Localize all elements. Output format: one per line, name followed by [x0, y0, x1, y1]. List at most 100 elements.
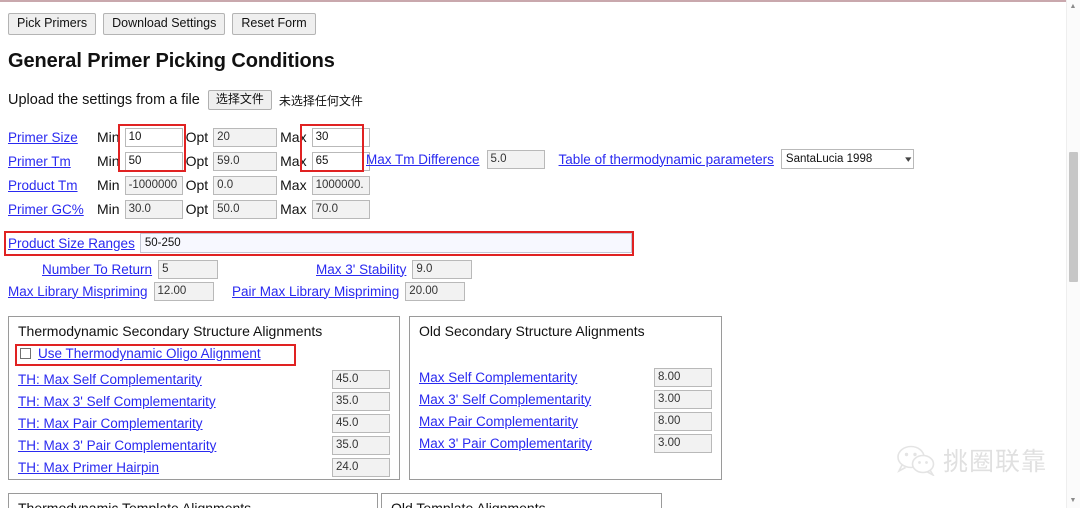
max-library-mispriming-row: Max Library Mispriming: [8, 280, 214, 302]
watermark: 挑圈联靠: [896, 442, 1047, 478]
th-max-pair-complementarity-row: TH: Max Pair Complementarity: [9, 412, 399, 434]
page-content: Pick Primers Download Settings Reset For…: [0, 2, 1065, 508]
primer-gc-row: Primer GC% Min Opt Max: [8, 197, 370, 221]
max-pair-complementarity-row: Max Pair Complementarity: [410, 410, 721, 432]
thermodynamic-table-value: SantaLucia 1998: [785, 153, 873, 165]
min-label-3: Min: [97, 201, 120, 217]
watermark-text: 挑圈联靠: [942, 447, 1047, 476]
max-3-pair-complementarity-input[interactable]: [654, 433, 712, 453]
product-size-ranges-link[interactable]: Product Size Ranges: [8, 236, 135, 251]
upload-label: Upload the settings from a file: [8, 92, 200, 108]
th-max-3-pair-complementarity-input[interactable]: [332, 435, 390, 455]
primer-size-max-input[interactable]: [311, 127, 370, 147]
min-label-2: Min: [97, 177, 120, 193]
scrollbar-track[interactable]: ▲ ▼: [1066, 0, 1080, 508]
max-3-self-complementarity-input[interactable]: [654, 389, 712, 409]
choose-file-button[interactable]: 选择文件: [207, 90, 272, 110]
primer-gc-opt-input[interactable]: [213, 199, 278, 219]
primer-size-row: Primer Size Min Opt Max: [8, 125, 370, 149]
product-tm-max-input[interactable]: [311, 175, 370, 195]
max-pair-complementarity-input[interactable]: [654, 411, 712, 431]
primer-size-opt-input[interactable]: [213, 127, 278, 147]
reset-form-button[interactable]: Reset Form: [232, 13, 316, 35]
toolbar: Pick Primers Download Settings Reset For…: [8, 13, 316, 35]
max-label-0: Max: [280, 129, 307, 145]
primer-tm-opt-input[interactable]: [213, 151, 278, 171]
th-max-pair-complementarity-input[interactable]: [332, 413, 390, 433]
max-3-stability-row: Max 3' Stability: [316, 258, 473, 280]
th-max-self-complementarity-link[interactable]: TH: Max Self Complementarity: [18, 372, 202, 387]
pair-max-library-mispriming-link[interactable]: Pair Max Library Mispriming: [232, 284, 399, 299]
primer-size-min-input[interactable]: [124, 127, 183, 147]
use-thermodynamic-oligo-alignment-link[interactable]: Use Thermodynamic Oligo Alignment: [38, 346, 261, 361]
max-3-pair-complementarity-row: Max 3' Pair Complementarity: [410, 432, 721, 454]
th-max-3-self-complementarity-input[interactable]: [332, 391, 390, 411]
number-to-return-row: Number To Return: [42, 258, 219, 280]
product-size-ranges-input[interactable]: [139, 233, 632, 253]
scrollbar-thumb[interactable]: [1069, 152, 1078, 282]
pick-primers-button[interactable]: Pick Primers: [8, 13, 97, 35]
old-secondary-structure-panel: Old Secondary Structure Alignments Max S…: [409, 316, 722, 480]
th-max-primer-hairpin-row: TH: Max Primer Hairpin: [9, 456, 399, 478]
old-panel-title: Old Secondary Structure Alignments: [419, 323, 645, 339]
use-thermodynamic-oligo-alignment-row[interactable]: Use Thermodynamic Oligo Alignment: [9, 343, 399, 364]
scroll-up-arrow-icon[interactable]: ▲: [1069, 3, 1077, 11]
wechat-icon: [897, 445, 935, 476]
max-library-mispriming-link[interactable]: Max Library Mispriming: [8, 284, 148, 299]
th-max-pair-complementarity-link[interactable]: TH: Max Pair Complementarity: [18, 416, 203, 431]
max-tm-difference-link[interactable]: Max Tm Difference: [366, 152, 480, 167]
primer-size-link[interactable]: Primer Size: [8, 130, 94, 145]
product-tm-min-input[interactable]: [124, 175, 183, 195]
max-3-stability-input[interactable]: [412, 259, 473, 279]
max-tm-difference-row: Max Tm Difference Table of thermodynamic…: [366, 149, 914, 169]
number-to-return-link[interactable]: Number To Return: [42, 262, 152, 277]
number-to-return-input[interactable]: [158, 259, 219, 279]
pair-max-library-mispriming-row: Pair Max Library Mispriming: [232, 280, 466, 302]
max-library-mispriming-input[interactable]: [153, 281, 214, 301]
min-label-0: Min: [97, 129, 120, 145]
thermo-panel-title: Thermodynamic Secondary Structure Alignm…: [18, 323, 323, 339]
thermodynamic-template-alignments-panel: Thermodynamic Template Alignments: [8, 493, 378, 508]
use-thermodynamic-oligo-alignment-checkbox[interactable]: [20, 348, 31, 359]
scroll-down-arrow-icon[interactable]: ▼: [1069, 497, 1077, 505]
download-settings-button[interactable]: Download Settings: [103, 13, 226, 35]
max-label-2: Max: [280, 177, 307, 193]
opt-label-0: Opt: [185, 129, 209, 145]
primer-tm-link[interactable]: Primer Tm: [8, 154, 94, 169]
th-max-3-self-complementarity-link[interactable]: TH: Max 3' Self Complementarity: [18, 394, 216, 409]
primer-gc-link[interactable]: Primer GC%: [8, 202, 94, 217]
max-tm-difference-input[interactable]: [486, 149, 545, 169]
max-self-complementarity-input[interactable]: [654, 367, 712, 387]
max-label-3: Max: [280, 201, 307, 217]
th-max-primer-hairpin-input[interactable]: [332, 457, 390, 477]
product-tm-opt-input[interactable]: [213, 175, 278, 195]
upload-settings-row: Upload the settings from a file 选择文件 未选择…: [8, 90, 363, 110]
primer-tm-max-input[interactable]: [311, 151, 370, 171]
pair-max-library-mispriming-input[interactable]: [405, 281, 466, 301]
th-max-primer-hairpin-link[interactable]: TH: Max Primer Hairpin: [18, 460, 159, 475]
opt-label-1: Opt: [185, 153, 209, 169]
primer-parameters-grid: Primer Size Min Opt Max Primer Tm Min Op…: [8, 125, 370, 221]
max-3-stability-link[interactable]: Max 3' Stability: [316, 262, 406, 277]
max-3-pair-complementarity-link[interactable]: Max 3' Pair Complementarity: [419, 436, 592, 451]
primer-gc-min-input[interactable]: [124, 199, 183, 219]
primer-gc-max-input[interactable]: [311, 199, 370, 219]
product-tm-link[interactable]: Product Tm: [8, 178, 94, 193]
primer-tm-min-input[interactable]: [124, 151, 183, 171]
thermodynamic-parameters-link[interactable]: Table of thermodynamic parameters: [559, 152, 774, 167]
chevron-down-icon: ▾: [905, 153, 912, 164]
opt-label-3: Opt: [185, 201, 209, 217]
opt-label-2: Opt: [185, 177, 209, 193]
max-3-self-complementarity-link[interactable]: Max 3' Self Complementarity: [419, 392, 591, 407]
product-tm-row: Product Tm Min Opt Max: [8, 173, 370, 197]
thermodynamic-table-select[interactable]: SantaLucia 1998 ▾: [780, 149, 914, 169]
thermodynamic-template-alignments-title: Thermodynamic Template Alignments: [18, 500, 252, 508]
old-template-alignments-panel: Old Template Alignments: [381, 493, 662, 508]
th-max-3-pair-complementarity-link[interactable]: TH: Max 3' Pair Complementarity: [18, 438, 216, 453]
product-size-ranges-row: Product Size Ranges: [8, 233, 632, 253]
th-max-self-complementarity-input[interactable]: [332, 369, 390, 389]
max-self-complementarity-row: Max Self Complementarity: [410, 366, 721, 388]
th-max-self-complementarity-row: TH: Max Self Complementarity: [9, 368, 399, 390]
max-pair-complementarity-link[interactable]: Max Pair Complementarity: [419, 414, 578, 429]
max-self-complementarity-link[interactable]: Max Self Complementarity: [419, 370, 577, 385]
